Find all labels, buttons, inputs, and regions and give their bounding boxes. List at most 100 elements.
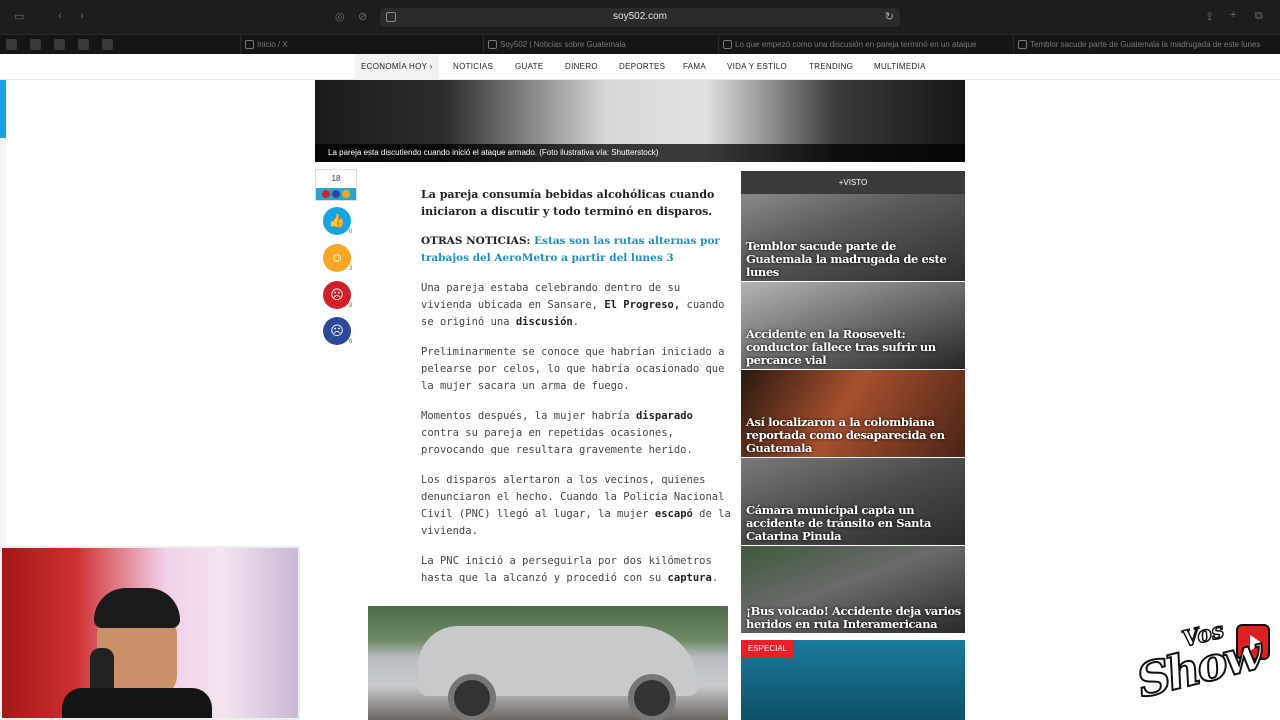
- hero-image: La pareja esta discutiendo cuando inició…: [315, 80, 965, 162]
- tab-label: Temblor sacude parte de Guatemala la mad…: [1030, 40, 1261, 49]
- webcam-overlay: [0, 546, 300, 720]
- laugh-mini-icon: [342, 190, 350, 198]
- bold-text: escapó: [654, 508, 693, 520]
- x-logo-icon: [245, 40, 254, 49]
- shield-icon[interactable]: ◎: [335, 10, 345, 23]
- car-wheel: [628, 674, 676, 720]
- extension-icon[interactable]: [78, 39, 89, 50]
- angry-mini-icon: [322, 190, 330, 198]
- url-text: soy502.com: [613, 11, 667, 22]
- sad-icon: ☹: [323, 317, 351, 345]
- reaction-count: 3: [349, 266, 353, 272]
- tab-label: Inicio / X: [257, 40, 288, 49]
- reaction-sad[interactable]: ☹ 6: [323, 317, 353, 345]
- text: .: [711, 572, 719, 584]
- forward-icon[interactable]: ›: [80, 10, 84, 22]
- tab-article[interactable]: Lo que empezó como una discusión en pare…: [718, 35, 978, 55]
- bold-text: discusión: [515, 316, 573, 328]
- share-icon[interactable]: ⇪: [1205, 10, 1214, 23]
- sidebar-toggle-icon[interactable]: ▭: [14, 10, 24, 23]
- nav-deportes[interactable]: DEPORTES: [619, 54, 665, 80]
- bold-text: El Progreso,: [604, 299, 681, 311]
- scroll-indicator[interactable]: [0, 80, 6, 138]
- left-gutter: [0, 80, 6, 550]
- article-paragraph: La PNC inició a perseguirla por dos kiló…: [421, 553, 731, 587]
- article-paragraph: Una pareja estaba celebrando dentro de s…: [421, 280, 731, 331]
- most-viewed-title[interactable]: ¡Bus volcado! Accidente deja varios heri…: [746, 605, 961, 631]
- tab-overview-icon[interactable]: ⧉: [1255, 10, 1263, 23]
- tab-temblor[interactable]: Temblor sacude parte de Guatemala la mad…: [1013, 35, 1275, 55]
- most-viewed-item[interactable]: Cámara municipal capta un accidente de t…: [741, 458, 965, 545]
- nav-dinero[interactable]: DINERO: [565, 54, 598, 80]
- hero-caption: La pareja esta discutiendo cuando inició…: [315, 144, 965, 162]
- reactions-total-count: 18: [331, 174, 341, 183]
- reaction-count: 9: [349, 303, 353, 309]
- tab-x[interactable]: Inicio / X: [240, 35, 410, 55]
- text: Momentos después, la mujer habría: [421, 410, 630, 422]
- bold-text: captura: [667, 572, 712, 584]
- most-viewed-item[interactable]: Accidente en la Roosevelt: conductor fal…: [741, 282, 965, 369]
- tab-soy502-home[interactable]: Soy502 | Noticias sobre Guatemala: [483, 35, 673, 55]
- most-viewed-title[interactable]: Accidente en la Roosevelt: conductor fal…: [746, 328, 961, 367]
- reaction-count: 6: [349, 339, 353, 345]
- reload-icon[interactable]: ↻: [885, 10, 894, 23]
- car-wheel: [448, 674, 496, 720]
- address-bar[interactable]: soy502.com ↻: [380, 8, 900, 27]
- related-news-label: OTRAS NOTICIAS:: [421, 235, 531, 247]
- nav-noticias[interactable]: NOTICIAS: [453, 54, 493, 80]
- extension-icon[interactable]: [102, 39, 113, 50]
- tab-label: Soy502 | Noticias sobre Guatemala: [500, 40, 626, 49]
- most-viewed-item[interactable]: ¡Bus volcado! Accidente deja varios heri…: [741, 546, 965, 633]
- most-viewed-title[interactable]: Así localizaron a la colombiana reportad…: [746, 416, 961, 455]
- related-news: OTRAS NOTICIAS: Estas son las rutas alte…: [421, 233, 731, 267]
- most-viewed-item[interactable]: Así localizaron a la colombiana reportad…: [741, 370, 965, 457]
- nav-economia-hoy[interactable]: ECONOMÍA HOY ›: [355, 54, 439, 80]
- streamer-shirt: [62, 688, 212, 718]
- article-image: [368, 606, 728, 720]
- channel-logo: Vos Show: [1130, 617, 1274, 718]
- browser-toolbar: ▭ ‹ › ◎ ⊘ soy502.com ↻ ⇪ + ⧉: [0, 0, 1280, 34]
- site-favicon-icon: [1018, 40, 1027, 49]
- site-favicon-icon: [488, 40, 497, 49]
- sad-mini-icon: [332, 190, 340, 198]
- thumbs-up-icon: 👍: [323, 207, 351, 235]
- logo-big-text: Show: [1130, 625, 1266, 710]
- text: .: [572, 316, 580, 328]
- most-viewed-item[interactable]: Temblor sacude parte de Guatemala la mad…: [741, 194, 965, 281]
- site-nav: ECONOMÍA HOY › NOTICIAS GUATE DINERO DEP…: [0, 54, 1280, 80]
- tab-label: Lo que empezó como una discusión en pare…: [735, 40, 977, 49]
- reaction-angry[interactable]: ☹ 9: [323, 281, 353, 309]
- nav-multimedia[interactable]: MULTIMEDIA: [874, 54, 926, 80]
- reaction-count: 0: [349, 229, 353, 235]
- nav-guate[interactable]: GUATE: [515, 54, 543, 80]
- new-tab-icon[interactable]: +: [1230, 9, 1236, 21]
- most-viewed-header: +VISTO: [741, 171, 965, 194]
- nav-fama[interactable]: FAMA: [683, 54, 706, 80]
- angry-icon: ☹: [323, 281, 351, 309]
- reaction-like[interactable]: 👍 0: [323, 207, 353, 235]
- article-paragraph: Los disparos alertaron a los vecinos, qu…: [421, 472, 731, 540]
- extension-icon[interactable]: [6, 39, 17, 50]
- back-icon[interactable]: ‹: [58, 10, 62, 22]
- text: contra su pareja en repetidas ocasiones,…: [421, 427, 693, 456]
- privacy-icon[interactable]: ⊘: [358, 10, 367, 23]
- especial-badge: ESPECIAL: [741, 640, 795, 658]
- reactions-summary-bar: [316, 188, 356, 200]
- extension-icon[interactable]: [54, 39, 65, 50]
- article-paragraph: Momentos después, la mujer habría dispar…: [421, 408, 731, 459]
- reaction-laugh[interactable]: ☺ 3: [323, 244, 353, 272]
- nav-vida-y-estilo[interactable]: VIDA Y ESTILO: [727, 54, 787, 80]
- extension-icon[interactable]: [30, 39, 41, 50]
- nav-trending[interactable]: TRENDING: [809, 54, 853, 80]
- most-viewed-title[interactable]: Cámara municipal capta un accidente de t…: [746, 504, 961, 543]
- bold-text: disparado: [635, 410, 693, 422]
- site-favicon-icon: [723, 40, 732, 49]
- laugh-icon: ☺: [323, 244, 351, 272]
- article-paragraph: Preliminarmente se conoce que habrían in…: [421, 346, 725, 392]
- most-viewed-title[interactable]: Temblor sacude parte de Guatemala la mad…: [746, 240, 961, 279]
- article-body: La pareja consumía bebidas alcohólicas c…: [421, 186, 731, 600]
- reactions-total: 18: [315, 169, 357, 201]
- streamer-hair: [94, 588, 180, 628]
- article-lead: La pareja consumía bebidas alcohólicas c…: [421, 188, 715, 218]
- tab-bar: Inicio / X Soy502 | Noticias sobre Guate…: [0, 34, 1280, 55]
